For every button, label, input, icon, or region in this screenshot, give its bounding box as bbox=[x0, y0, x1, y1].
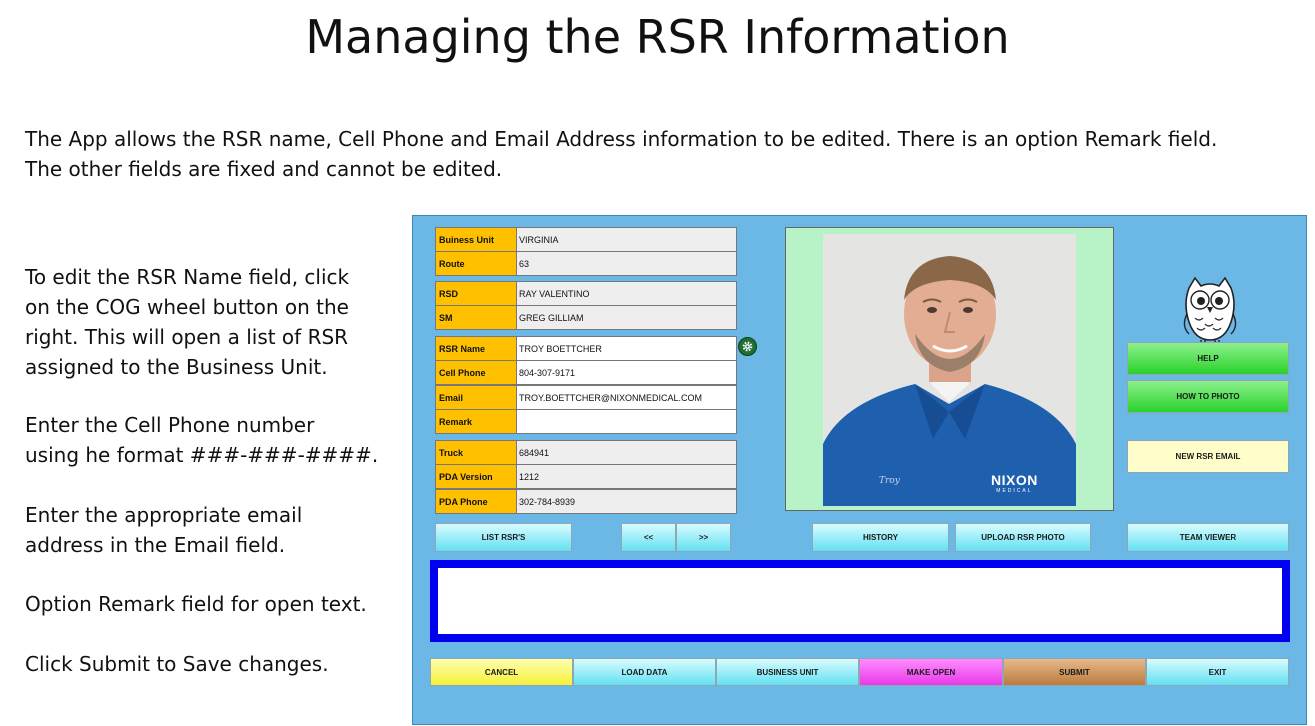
instruction-rsr-name: To edit the RSR Name field, click on the… bbox=[25, 262, 395, 382]
nixon-logo: NIXON MEDICAL bbox=[991, 472, 1038, 494]
next-button[interactable]: >> bbox=[676, 523, 731, 552]
logo-text: NIXON bbox=[991, 472, 1038, 488]
field-label: Buiness Unit bbox=[435, 227, 517, 252]
field-label: RSR Name bbox=[435, 336, 517, 361]
instruction-line: assigned to the Business Unit. bbox=[25, 355, 328, 379]
instruction-line: address in the Email field. bbox=[25, 533, 286, 557]
cell-phone-field[interactable]: 804-307-9171 bbox=[517, 360, 737, 385]
instruction-line: right. This will open a list of RSR bbox=[25, 325, 349, 349]
list-rsrs-button[interactable]: LIST RSR'S bbox=[435, 523, 572, 552]
rsd-value: RAY VALENTINO bbox=[517, 281, 737, 306]
field-remark: Remark bbox=[435, 409, 737, 434]
email-field[interactable]: TROY.BOETTCHER@NIXONMEDICAL.COM bbox=[517, 385, 737, 410]
field-label: Email bbox=[435, 385, 517, 410]
rsr-portrait-image bbox=[823, 234, 1076, 506]
history-button[interactable]: HISTORY bbox=[812, 523, 949, 552]
field-label: SM bbox=[435, 305, 517, 330]
slide-title: Managing the RSR Information bbox=[305, 10, 1010, 64]
shirt-name-text: Troy bbox=[879, 476, 900, 486]
route-value: 63 bbox=[517, 251, 737, 276]
cog-wheel-button[interactable] bbox=[738, 337, 757, 356]
field-label: Cell Phone bbox=[435, 360, 517, 385]
rsr-photo: Troy NIXON MEDICAL bbox=[823, 234, 1076, 506]
field-route: Route 63 bbox=[435, 251, 737, 276]
instruction-submit: Click Submit to Save changes. bbox=[25, 649, 395, 679]
rsr-name-field[interactable]: TROY BOETTCHER bbox=[517, 336, 737, 361]
new-rsr-email-button[interactable]: NEW RSR EMAIL bbox=[1127, 440, 1289, 473]
make-open-button[interactable]: MAKE OPEN bbox=[859, 658, 1003, 686]
field-label: Truck bbox=[435, 440, 517, 465]
field-cell-phone: Cell Phone 804-307-9171 bbox=[435, 360, 737, 385]
intro-text: The App allows the RSR name, Cell Phone … bbox=[25, 124, 1295, 184]
how-to-photo-button[interactable]: HOW TO PHOTO bbox=[1127, 380, 1289, 413]
team-viewer-button[interactable]: TEAM VIEWER bbox=[1127, 523, 1289, 552]
pda-phone-value: 302-784-8939 bbox=[517, 489, 737, 514]
field-label: PDA Phone bbox=[435, 489, 517, 514]
field-sm: SM GREG GILLIAM bbox=[435, 305, 737, 330]
cancel-button[interactable]: CANCEL bbox=[430, 658, 573, 686]
field-rsd: RSD RAY VALENTINO bbox=[435, 281, 737, 306]
load-data-button[interactable]: LOAD DATA bbox=[573, 658, 716, 686]
field-pda-version: PDA Version 1212 bbox=[435, 464, 737, 489]
instruction-line: Option Remark field for open text. bbox=[25, 592, 367, 616]
exit-button[interactable]: EXIT bbox=[1146, 658, 1289, 686]
remark-text-area[interactable] bbox=[430, 560, 1290, 642]
instruction-line: To edit the RSR Name field, click bbox=[25, 265, 350, 289]
field-business-unit: Buiness Unit VIRGINIA bbox=[435, 227, 737, 252]
field-label: Remark bbox=[435, 409, 517, 434]
intro-line: The other fields are fixed and cannot be… bbox=[25, 157, 503, 181]
instruction-line: Click Submit to Save changes. bbox=[25, 652, 329, 676]
sm-value: GREG GILLIAM bbox=[517, 305, 737, 330]
help-button[interactable]: HELP bbox=[1127, 342, 1289, 375]
rsr-app-window: Buiness Unit VIRGINIA Route 63 RSD RAY V… bbox=[412, 215, 1307, 725]
prev-button[interactable]: << bbox=[621, 523, 676, 552]
rsr-photo-panel: Troy NIXON MEDICAL bbox=[785, 227, 1114, 511]
field-label: PDA Version bbox=[435, 464, 517, 489]
instruction-line: Enter the appropriate email bbox=[25, 503, 303, 527]
field-rsr-name: RSR Name TROY BOETTCHER bbox=[435, 336, 737, 361]
field-label: Route bbox=[435, 251, 517, 276]
field-truck: Truck 684941 bbox=[435, 440, 737, 465]
instruction-line: using he format ###-###-####. bbox=[25, 443, 379, 467]
business-unit-value: VIRGINIA bbox=[517, 227, 737, 252]
instruction-cell-phone: Enter the Cell Phone number using he for… bbox=[25, 410, 395, 470]
upload-rsr-photo-button[interactable]: UPLOAD RSR PHOTO bbox=[955, 523, 1091, 552]
truck-value: 684941 bbox=[517, 440, 737, 465]
intro-line: The App allows the RSR name, Cell Phone … bbox=[25, 127, 1218, 151]
business-unit-button[interactable]: BUSINESS UNIT bbox=[716, 658, 859, 686]
instruction-line: on the COG wheel button on the bbox=[25, 295, 349, 319]
instruction-remark: Option Remark field for open text. bbox=[25, 589, 395, 619]
logo-subtext: MEDICAL bbox=[996, 488, 1033, 494]
field-label: RSD bbox=[435, 281, 517, 306]
instruction-email: Enter the appropriate email address in t… bbox=[25, 500, 395, 560]
submit-button[interactable]: SUBMIT bbox=[1003, 658, 1146, 686]
owl-logo-icon bbox=[1179, 274, 1241, 344]
cog-wheel-icon bbox=[742, 341, 753, 352]
pda-version-value: 1212 bbox=[517, 464, 737, 489]
remark-field[interactable] bbox=[517, 409, 737, 434]
field-email: Email TROY.BOETTCHER@NIXONMEDICAL.COM bbox=[435, 385, 737, 410]
instruction-line: Enter the Cell Phone number bbox=[25, 413, 315, 437]
field-pda-phone: PDA Phone 302-784-8939 bbox=[435, 489, 737, 514]
